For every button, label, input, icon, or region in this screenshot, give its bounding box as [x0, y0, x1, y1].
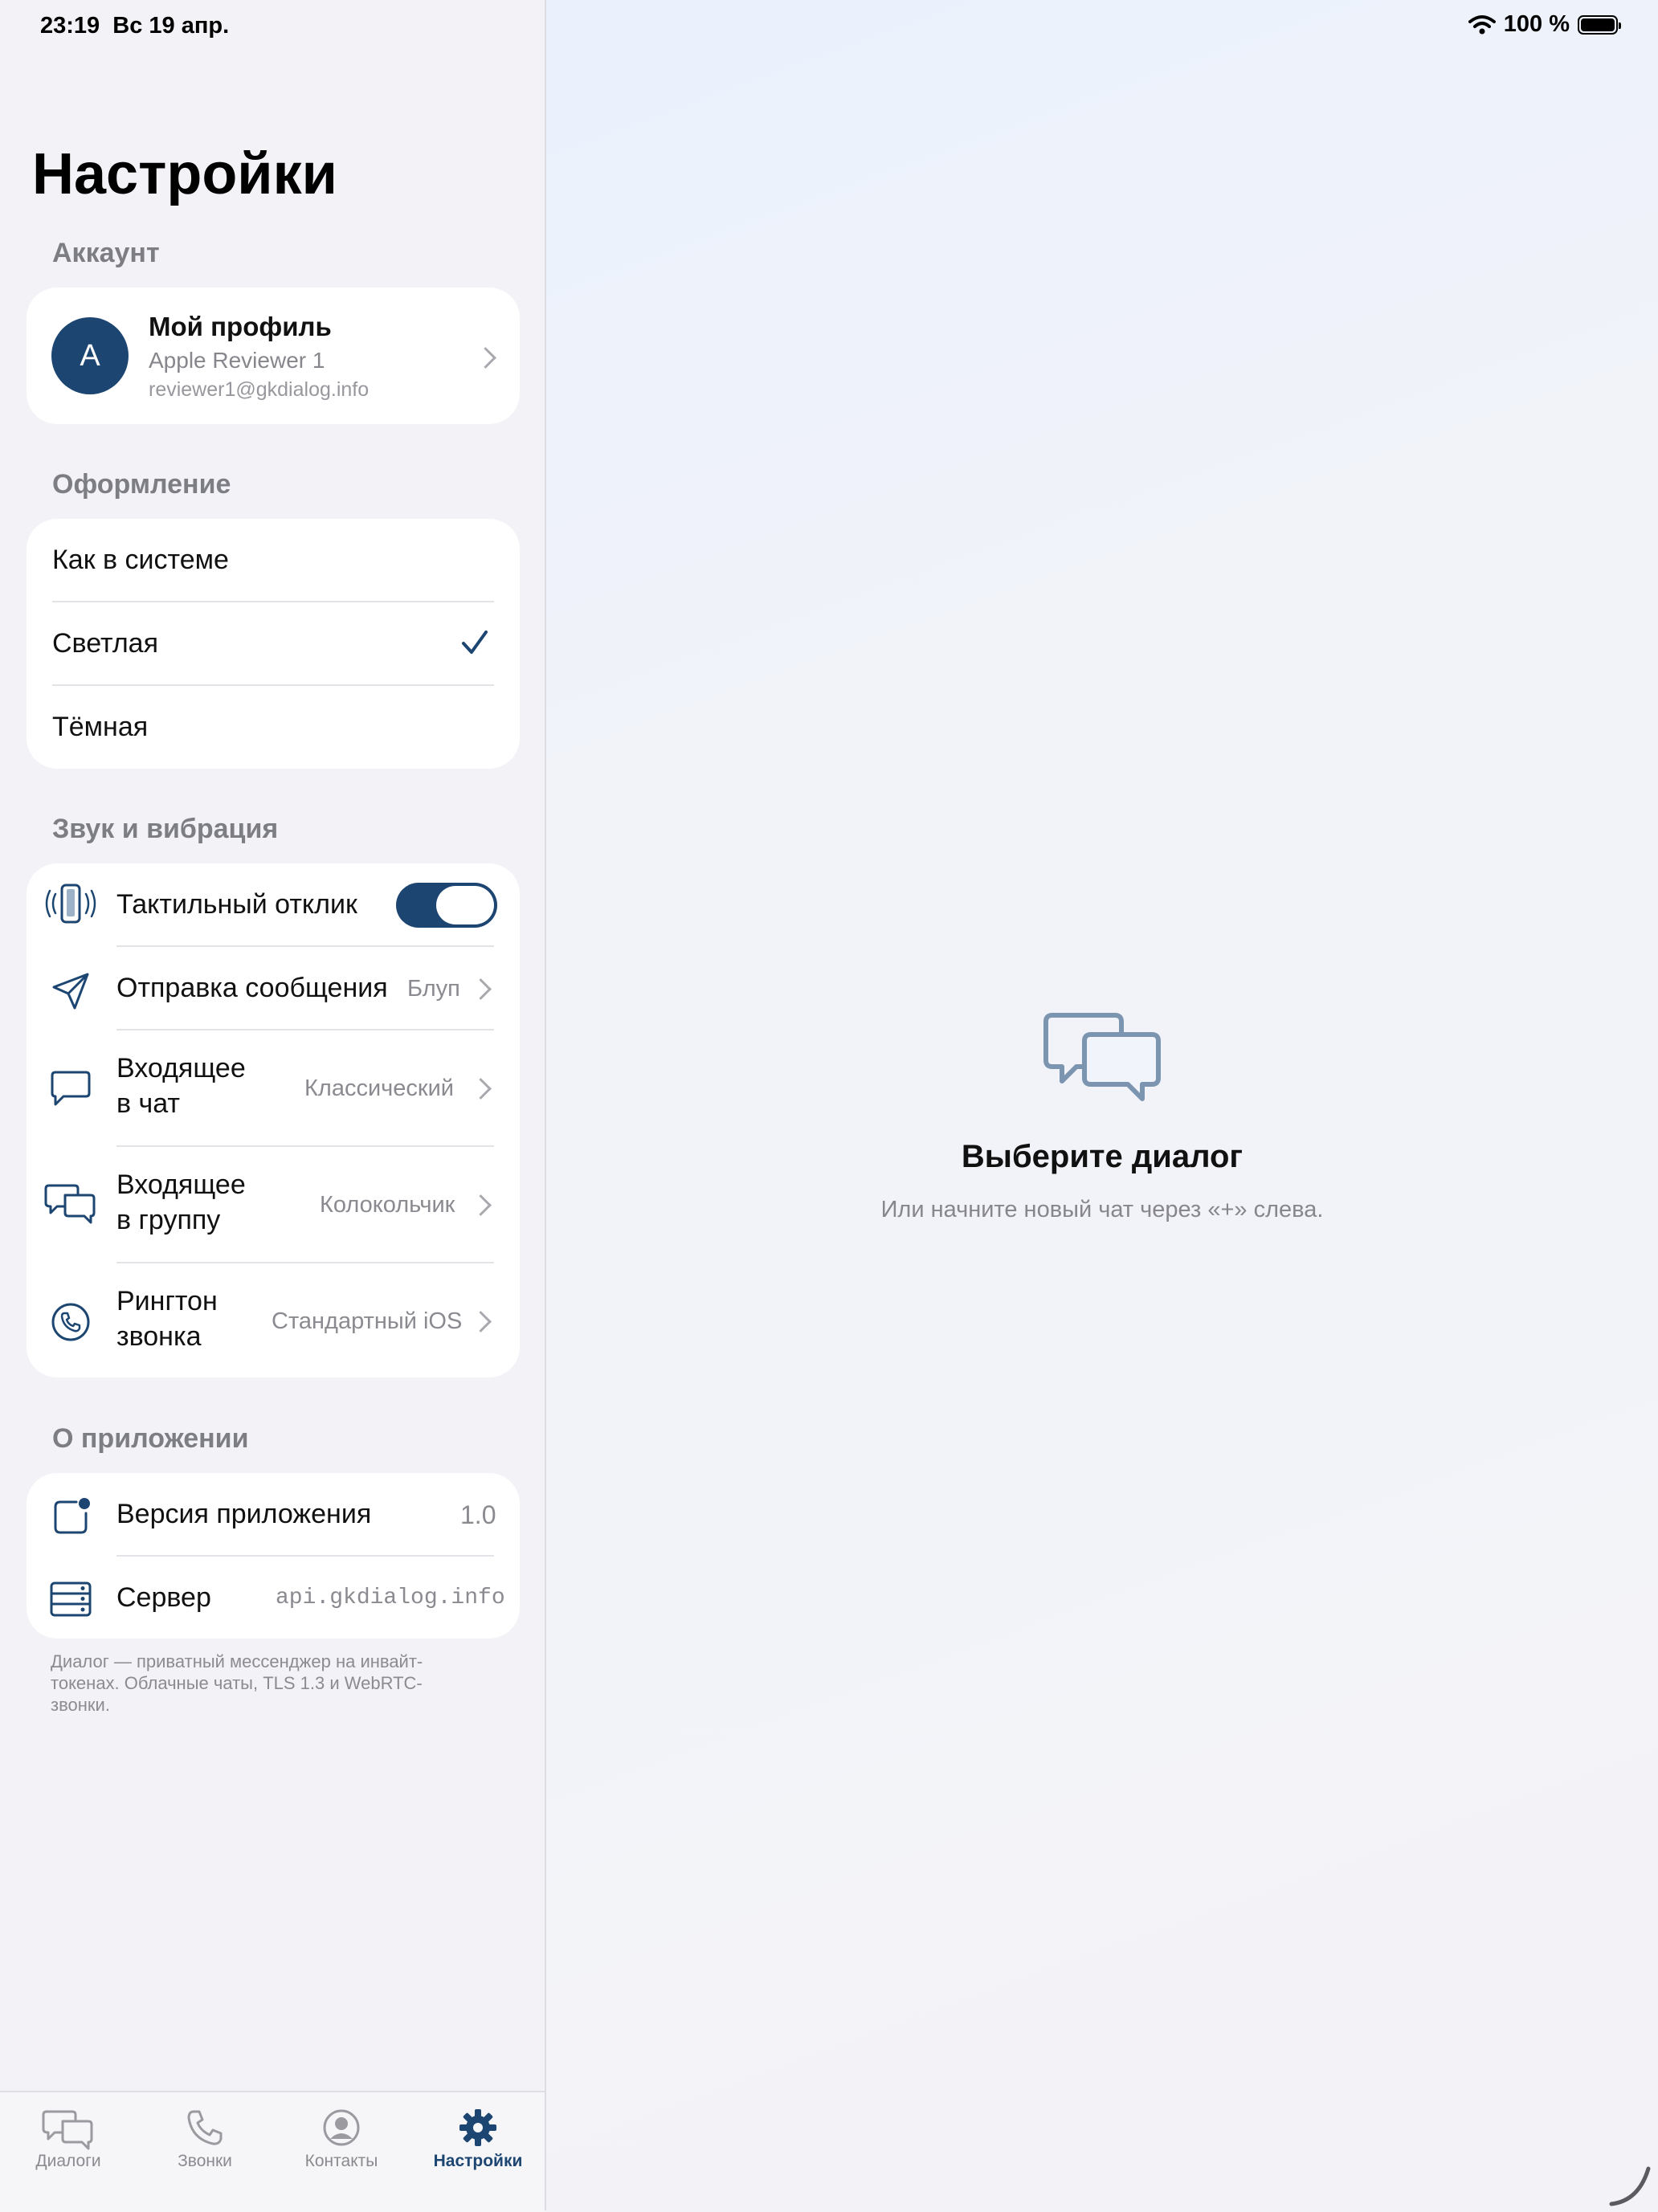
checkmark-icon [462, 631, 488, 654]
wifi-icon [1468, 14, 1496, 34]
section-header-account: Аккаунт [52, 238, 160, 268]
person-circle-icon [323, 2109, 360, 2146]
detail-pane [546, 0, 1658, 2210]
profile-email: reviewer1@gkdialog.info [149, 378, 370, 401]
group-sound-row[interactable]: Входящее в группу Колокольчик [27, 1147, 520, 1263]
haptic-row: Тактильный отклик [27, 863, 520, 946]
tab-settings[interactable]: Настройки [410, 2092, 546, 2181]
profile-subtitle: Apple Reviewer 1 [149, 348, 325, 373]
status-time: 23:19 Вс 19 апр. [40, 13, 230, 39]
about-footnote: Диалог — приватный мессенджер на инвайт-… [51, 1651, 423, 1715]
settings-sidebar: Настройки Аккаунт A Мой профиль Apple Re… [0, 0, 546, 2212]
server-row: Сервер api.gkdialog.info [27, 1557, 520, 1639]
app-version-row: Версия приложения 1.0 [27, 1473, 520, 1556]
ringtone-row[interactable]: Рингтон звонка Стандартный iOS [27, 1263, 520, 1377]
empty-state-title: Выберите диалог [961, 1139, 1244, 1174]
chevron-right-icon [475, 347, 496, 369]
chat-bubbles-icon [1043, 1013, 1161, 1101]
profile-card[interactable]: A Мой профиль Apple Reviewer 1 reviewer1… [27, 288, 520, 424]
phone-icon [187, 2110, 223, 2145]
chevron-right-icon [470, 1194, 492, 1216]
avatar: A [51, 317, 129, 394]
appearance-card: Как в системе Светлая Тёмная [27, 519, 520, 769]
appearance-option-dark[interactable]: Тёмная [27, 686, 520, 769]
page-title: Настройки [32, 142, 337, 206]
about-card: Версия приложения 1.0 Сервер api.gkdialo… [27, 1473, 520, 1639]
sound-card: Тактильный отклик Отправка сообщения Блу… [27, 863, 520, 1377]
chat-sound-row[interactable]: Входящее в чат Классический [27, 1030, 520, 1146]
chevron-right-icon [470, 1078, 492, 1100]
section-header-sound: Звук и вибрация [52, 814, 279, 844]
chats-icon [42, 2110, 93, 2150]
chevron-right-icon [470, 978, 492, 1000]
appearance-option-light[interactable]: Светлая [27, 602, 520, 685]
status-right: 100 % [1468, 11, 1621, 38]
chat-bubble-icon [51, 1071, 91, 1106]
send-sound-row[interactable]: Отправка сообщения Блуп [27, 947, 520, 1030]
paper-plane-icon [52, 973, 89, 1010]
tab-contacts[interactable]: Контакты [273, 2092, 410, 2181]
section-header-appearance: Оформление [52, 469, 231, 500]
chat-bubbles-icon [44, 1184, 96, 1224]
profile-name: Мой профиль [149, 312, 332, 341]
resize-handle-icon[interactable] [1607, 2161, 1655, 2209]
section-header-about: О приложении [52, 1423, 249, 1454]
tab-calls[interactable]: Звонки [137, 2092, 273, 2181]
app-badge-icon [54, 1498, 90, 1534]
battery-percent: 100 % [1503, 11, 1570, 37]
tab-bar: Диалоги Звонки Контакты Настройки [0, 2091, 545, 2212]
tab-dialogs[interactable]: Диалоги [0, 2092, 137, 2181]
empty-state-subtitle: Или начните новый чат через «+» слева. [880, 1197, 1324, 1222]
phone-circle-icon [51, 1303, 90, 1341]
battery-icon [1578, 14, 1621, 35]
phone-vibrate-icon [45, 884, 96, 924]
appearance-option-system[interactable]: Как в системе [27, 519, 520, 602]
gear-icon [459, 2109, 496, 2146]
chevron-right-icon [470, 1311, 492, 1333]
status-bar: 23:19 Вс 19 апр. 100 % [0, 0, 1658, 51]
server-icon [50, 1581, 92, 1617]
haptic-toggle[interactable] [396, 883, 497, 928]
